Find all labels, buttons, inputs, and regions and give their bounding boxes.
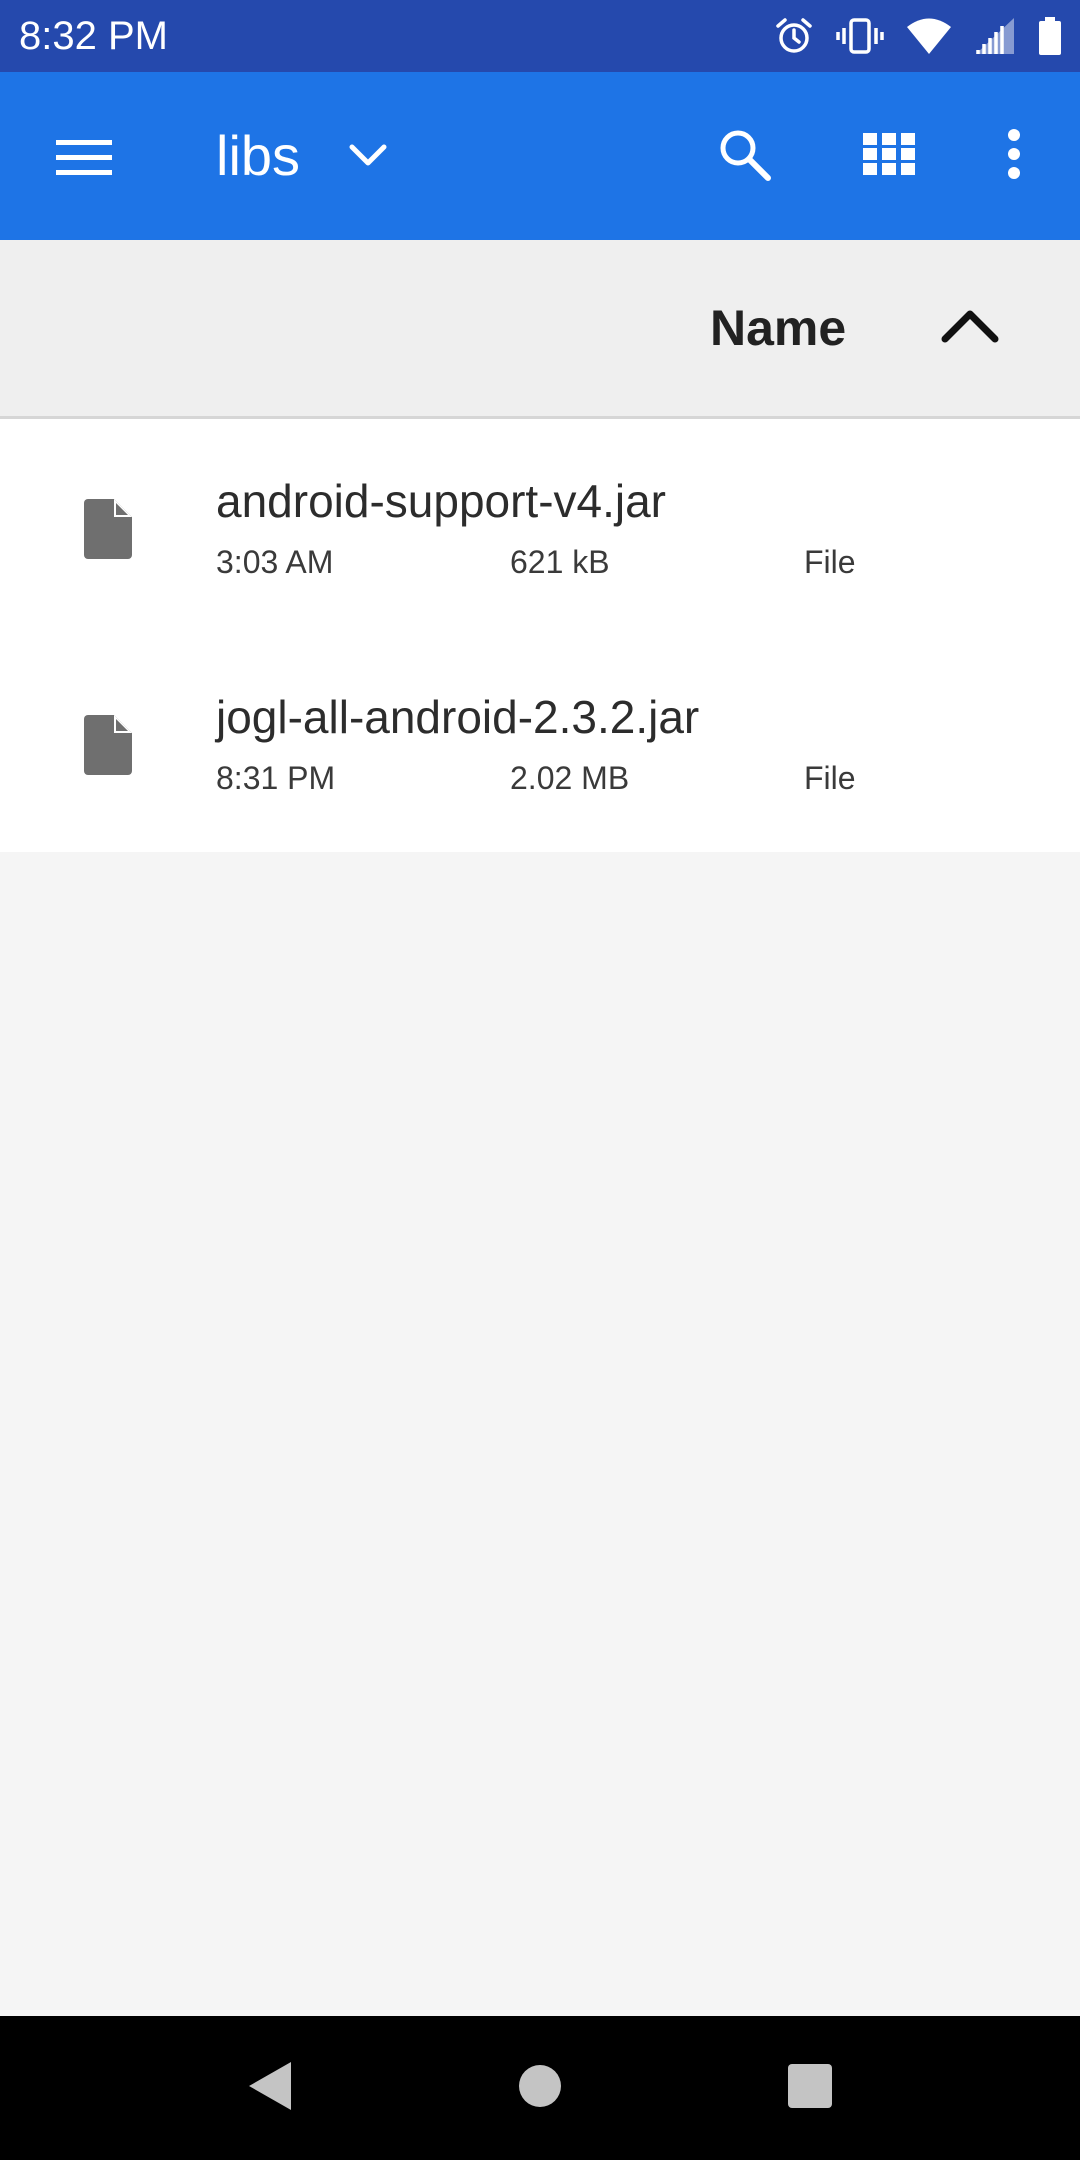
recents-button[interactable]: [774, 2052, 846, 2124]
battery-icon: [1038, 16, 1062, 56]
file-size: 2.02 MB: [510, 760, 630, 796]
sort-bar: Name: [0, 240, 1080, 419]
menu-button[interactable]: [40, 116, 128, 204]
wifi-icon: [906, 16, 952, 56]
file-size: 621 kB: [510, 544, 610, 580]
list-item[interactable]: jogl-all-android-2.3.2.jar 8:31 PM 2.02 …: [0, 635, 1080, 851]
file-kind: File: [804, 760, 856, 796]
grid-view-button[interactable]: [845, 112, 933, 200]
status-time: 8:32 PM: [19, 14, 168, 58]
recents-icon: [787, 2063, 833, 2114]
status-icons: [774, 13, 1062, 59]
page-title: libs: [216, 124, 301, 187]
sort-by-name-button[interactable]: Name: [710, 300, 846, 356]
file-name: android-support-v4.jar: [216, 475, 667, 527]
alarm-icon: [774, 16, 814, 56]
file-icon: [84, 715, 132, 780]
home-icon: [518, 2064, 562, 2113]
file-name: jogl-all-android-2.3.2.jar: [216, 691, 700, 743]
file-date: 8:31 PM: [216, 760, 336, 796]
more-options-button[interactable]: [970, 112, 1058, 200]
file-date: 3:03 AM: [216, 544, 334, 580]
back-button[interactable]: [234, 2052, 306, 2124]
directory-dropdown[interactable]: libs: [216, 114, 388, 198]
status-bar: 8:32 PM: [0, 0, 1080, 72]
signal-icon: [974, 16, 1016, 56]
grid-view-icon: [863, 132, 915, 180]
search-icon: [716, 126, 772, 187]
search-button[interactable]: [700, 112, 788, 200]
vibrate-icon: [836, 16, 884, 56]
list-item[interactable]: android-support-v4.jar 3:03 AM 621 kB Fi…: [0, 419, 1080, 635]
app-bar: libs: [0, 72, 1080, 240]
system-nav-bar: [0, 2016, 1080, 2160]
file-icon: [84, 499, 132, 564]
home-button[interactable]: [504, 2052, 576, 2124]
chevron-down-icon: [348, 143, 388, 169]
menu-icon: [56, 138, 112, 183]
file-kind: File: [804, 544, 856, 580]
back-icon: [247, 2060, 293, 2117]
more-vert-icon: [1007, 128, 1021, 184]
file-list: android-support-v4.jar 3:03 AM 621 kB Fi…: [0, 419, 1080, 852]
chevron-up-icon[interactable]: [940, 306, 1000, 349]
